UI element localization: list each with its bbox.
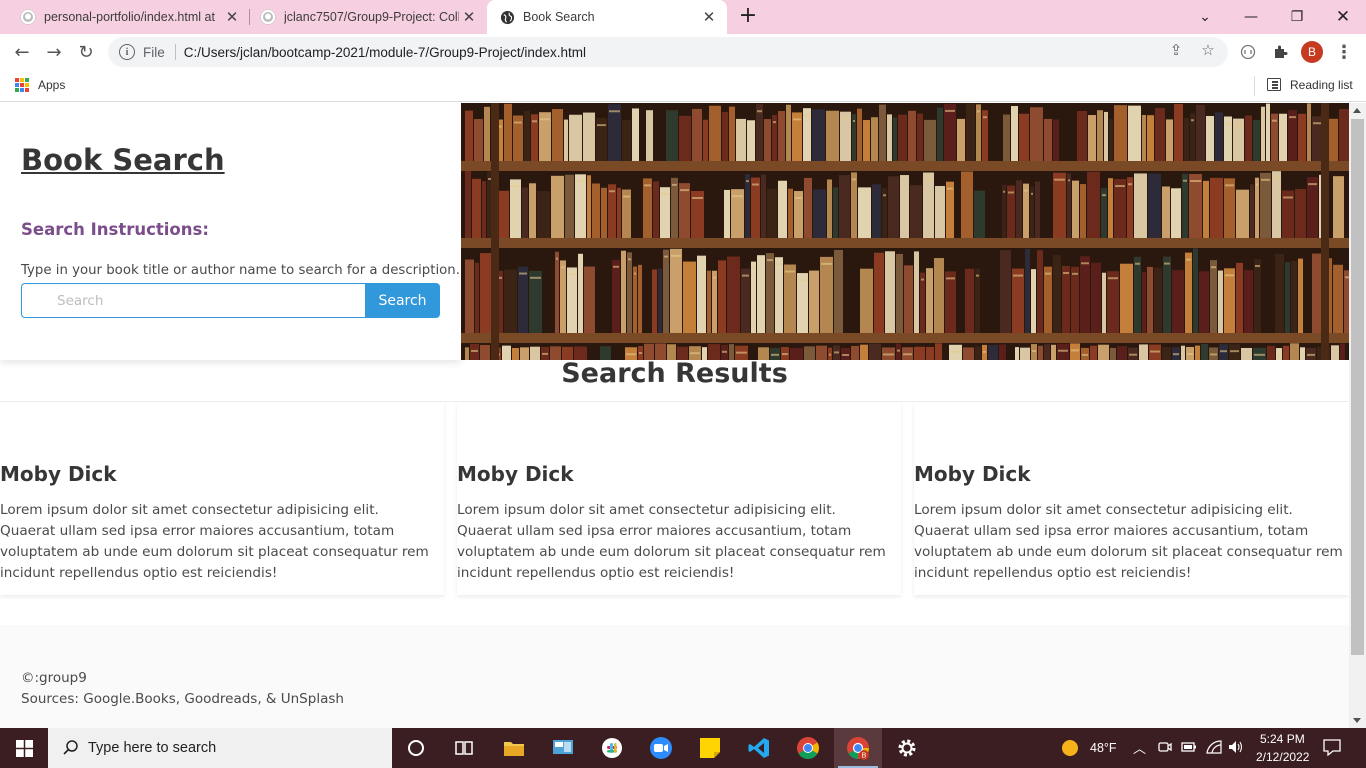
start-button[interactable] [0, 728, 48, 768]
result-description: Lorem ipsum dolor sit amet consectetur a… [457, 502, 886, 581]
windows-taskbar: Type here to search B 48°F ︿ 5:24 PM 2/1… [0, 728, 1366, 768]
zoom-icon[interactable] [649, 736, 673, 760]
result-description: Lorem ipsum dolor sit amet consectetur a… [0, 502, 429, 581]
notifications-icon[interactable] [1322, 737, 1342, 757]
results-heading: Search Results [561, 358, 788, 389]
github-icon [20, 9, 36, 25]
battery-icon[interactable] [1180, 738, 1198, 756]
info-icon[interactable]: i [119, 44, 135, 60]
meet-now-icon[interactable] [1156, 738, 1174, 756]
instructions-heading: Search Instructions: [21, 220, 209, 239]
sticky-notes-icon[interactable] [698, 736, 722, 760]
tab-portfolio[interactable]: personal-portfolio/index.html at ✕ [0, 0, 250, 34]
page-title[interactable]: Book Search [21, 143, 225, 177]
weather-temperature[interactable]: 48°F [1090, 741, 1117, 755]
browser-toolbar: ← → ↻ i File C:/Users/jclan/bootcamp-202… [0, 34, 1366, 70]
page-content: Book Search Search Instructions: Type in… [0, 103, 1349, 728]
cortana-icon[interactable] [404, 736, 428, 760]
task-view-icon[interactable] [452, 736, 476, 760]
result-card[interactable]: Moby Dick Lorem ipsum dolor sit amet con… [914, 402, 1349, 595]
url-text[interactable]: C:/Users/jclan/bootcamp-2021/module-7/Gr… [184, 45, 586, 60]
search-button[interactable]: Search [365, 283, 440, 318]
back-button[interactable]: ← [10, 40, 34, 64]
reading-list-link[interactable]: Reading list [1290, 78, 1353, 92]
tab-title: personal-portfolio/index.html at [44, 10, 215, 24]
clock-time[interactable]: 5:24 PM [1260, 732, 1305, 746]
apps-grid-icon[interactable] [15, 78, 29, 92]
minimize-button[interactable]: — [1228, 0, 1274, 34]
footer-sources: Sources: Google.Books, Goodreads, & UnSp… [21, 691, 344, 707]
tab-strip: personal-portfolio/index.html at ✕ jclan… [0, 0, 1366, 34]
reading-list-icon[interactable] [1267, 78, 1281, 91]
chrome-profile-icon[interactable]: B [846, 736, 870, 760]
volume-icon[interactable] [1227, 738, 1245, 756]
page-scrollbar[interactable] [1349, 103, 1366, 728]
restore-button[interactable]: ❐ [1274, 0, 1320, 34]
instructions-text: Type in your book title or author name t… [21, 263, 460, 278]
close-window-button[interactable]: ✕ [1320, 0, 1366, 34]
apps-link[interactable]: Apps [38, 78, 65, 92]
footer: ©:group9 Sources: Google.Books, Goodread… [0, 625, 1349, 728]
bookmarks-bar: Apps Reading list [0, 70, 1366, 102]
bookmark-star-icon[interactable]: ☆ [1199, 41, 1217, 59]
file-explorer-icon[interactable] [502, 736, 526, 760]
search-icon [63, 740, 78, 755]
puzzle-icon[interactable] [1270, 42, 1290, 62]
weather-sun-icon[interactable] [1058, 736, 1082, 760]
bookshelf-illustration [461, 103, 1349, 360]
scroll-down-arrow[interactable] [1353, 718, 1361, 723]
vscode-icon[interactable] [747, 736, 771, 760]
close-tab-icon[interactable]: ✕ [699, 8, 719, 26]
result-card[interactable]: Moby Dick Lorem ipsum dolor sit amet con… [457, 402, 901, 595]
tab-group9-project[interactable]: jclanc7507/Group9-Project: Colla ✕ [250, 0, 487, 34]
result-title: Moby Dick [457, 462, 574, 486]
globe-icon [499, 9, 515, 25]
tab-book-search[interactable]: Book Search ✕ [487, 0, 727, 34]
search-panel: Book Search Search Instructions: Type in… [0, 103, 461, 360]
github-icon [260, 9, 276, 25]
new-tab-button[interactable]: + [736, 5, 760, 29]
slack-icon[interactable] [600, 736, 624, 760]
result-title: Moby Dick [914, 462, 1031, 486]
reload-button[interactable]: ↻ [74, 40, 98, 64]
footer-copyright: ©:group9 [21, 670, 87, 686]
scroll-up-arrow[interactable] [1353, 108, 1361, 113]
profile-avatar[interactable]: B [1301, 41, 1323, 63]
close-tab-icon[interactable]: ✕ [459, 8, 479, 26]
wifi-icon[interactable] [1205, 738, 1223, 756]
tray-chevron-icon[interactable]: ︿ [1133, 738, 1146, 757]
svg-text:B: B [862, 753, 867, 760]
taskbar-search-placeholder: Type here to search [88, 740, 217, 756]
result-title: Moby Dick [0, 462, 117, 486]
chrome-icon[interactable] [796, 736, 820, 760]
search-input[interactable] [21, 283, 366, 318]
address-bar[interactable]: i File C:/Users/jclan/bootcamp-2021/modu… [108, 37, 1228, 67]
settings-gear-icon[interactable] [895, 736, 919, 760]
taskbar-search-box[interactable]: Type here to search [48, 728, 392, 768]
result-card[interactable]: Moby Dick Lorem ipsum dolor sit amet con… [0, 402, 444, 595]
forward-button[interactable]: → [42, 40, 66, 64]
result-description: Lorem ipsum dolor sit amet consectetur a… [914, 502, 1343, 581]
tab-title: Book Search [523, 10, 595, 24]
tab-title: jclanc7507/Group9-Project: Colla [284, 10, 459, 24]
share-icon[interactable]: ⇪ [1167, 41, 1185, 59]
scroll-thumb[interactable] [1351, 119, 1364, 655]
clock-date[interactable]: 2/12/2022 [1256, 750, 1309, 764]
bookshelf-image [461, 103, 1349, 360]
tab-search-icon[interactable]: ⌄ [1182, 0, 1228, 34]
extension-icon[interactable] [1238, 42, 1258, 62]
windows-logo-icon [15, 739, 33, 757]
control-panel-icon[interactable] [551, 736, 575, 760]
results-list: Moby Dick Lorem ipsum dolor sit amet con… [0, 401, 1349, 595]
scheme-label: File [143, 44, 165, 60]
close-tab-icon[interactable]: ✕ [222, 8, 242, 26]
menu-kebab-icon[interactable]: ⋮ [1334, 42, 1354, 63]
